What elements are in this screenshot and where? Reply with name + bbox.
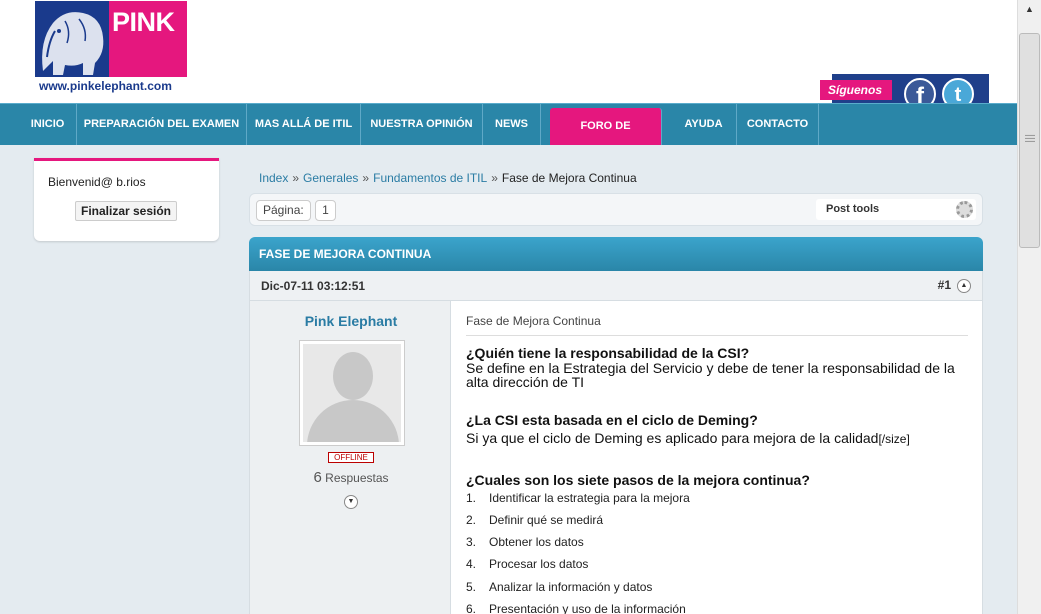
question-3: ¿Cuales son los siete pasos de la mejora… <box>466 472 810 488</box>
thread-toolbar: Página: 1 Post tools <box>249 193 983 226</box>
list-item-text: Obtener los datos <box>489 535 584 549</box>
elephant-logo-icon <box>35 1 109 77</box>
list-item-number: 3. <box>466 535 477 549</box>
site-header: PINK www.pinkelephant.com Síguenos f t <box>0 0 1017 110</box>
nav-item-opinion[interactable]: NUESTRA OPINIÓN <box>361 104 483 145</box>
scrollbar-thumb[interactable]: — — — <box>1019 33 1040 248</box>
post-body: Fase de Mejora Continua ¿Quién tiene la … <box>451 301 983 614</box>
offline-badge: OFFLINE <box>328 452 374 463</box>
post-author-panel: Pink Elephant OFFLINE 6 Respuestas ▼ <box>249 301 451 614</box>
post-date: Dic-07-11 03:12:51 <box>261 279 366 293</box>
pagination-page-1[interactable]: 1 <box>315 200 336 221</box>
list-item-text: Identificar la estrategia para la mejora <box>489 491 690 505</box>
avatar-body-shape <box>307 400 399 442</box>
list-item-text: Presentación y uso de la información <box>489 602 686 614</box>
list-item-number: 5. <box>466 580 477 594</box>
reply-count: 6 Respuestas <box>250 469 452 486</box>
nav-item-inicio[interactable]: INICIO <box>19 104 77 145</box>
question-1: ¿Quién tiene la responsabilidad de la CS… <box>466 345 750 361</box>
post-tools-button[interactable]: Post tools <box>816 199 976 220</box>
breadcrumb-separator: » <box>491 171 498 185</box>
post-tools-label: Post tools <box>826 203 880 215</box>
post-title: Fase de Mejora Continua <box>466 314 968 336</box>
nav-item-contacto[interactable]: CONTACTO <box>737 104 819 145</box>
answer-1: Se define en la Estrategia del Servicio … <box>466 360 955 390</box>
breadcrumb-link-generales[interactable]: Generales <box>303 171 358 185</box>
list-item-number: 2. <box>466 513 477 527</box>
pagination-label: Página: <box>256 200 311 221</box>
logo-image: PINK <box>35 1 187 77</box>
forum-page: PINK www.pinkelephant.com Síguenos f t I… <box>0 0 1017 614</box>
list-item: 4. Procesar los datos <box>466 557 588 571</box>
list-item: 5. Analizar la información y datos <box>466 580 652 594</box>
scroll-up-arrow-icon[interactable]: ▲ <box>1018 0 1041 18</box>
follow-label: Síguenos <box>820 80 893 100</box>
nav-item-foro[interactable]: FORO DE DISCUSIÓN <box>550 108 662 169</box>
site-logo[interactable]: PINK www.pinkelephant.com <box>35 1 187 93</box>
answer-2-tag: [/size] <box>878 432 910 446</box>
nav-item-mas-alla[interactable]: MAS ALLÁ DE ITIL <box>247 104 361 145</box>
avatar[interactable] <box>299 340 405 446</box>
logo-wordmark: PINK <box>109 1 187 77</box>
list-item-number: 4. <box>466 557 477 571</box>
welcome-text: Bienvenid@ b.rios <box>48 175 146 189</box>
vertical-scrollbar[interactable]: ▲ — — — <box>1017 0 1041 614</box>
list-item-number: 6. <box>466 602 477 614</box>
avatar-head-shape <box>333 352 373 400</box>
nav-item-preparacion[interactable]: PREPARACIÓN DEL EXAMEN <box>77 104 247 145</box>
list-item-text: Procesar los datos <box>489 557 589 571</box>
gear-icon <box>956 201 973 218</box>
main-content: Bienvenid@ b.rios Finalizar sesión Index… <box>0 145 1017 614</box>
breadcrumb: Index» Generales» Fundamentos de ITIL» Fase… <box>259 171 637 185</box>
list-item: 3. Obtener los datos <box>466 535 584 549</box>
nav-item-news[interactable]: NEWS <box>483 104 541 145</box>
post-header: Dic-07-11 03:12:51 #1 ▲ <box>249 271 983 301</box>
list-item-number: 1. <box>466 491 477 505</box>
logo-url-text: www.pinkelephant.com <box>39 79 172 93</box>
answer-2-text: Si ya que el ciclo de Deming es aplicado… <box>466 430 879 446</box>
breadcrumb-separator: » <box>292 171 300 185</box>
answer-2: Si ya que el ciclo de Deming es aplicado… <box>466 431 966 446</box>
main-nav: INICIO PREPARACIÓN DEL EXAMEN MAS ALLÁ D… <box>0 103 1017 169</box>
nav-item-ayuda[interactable]: AYUDA <box>671 104 737 145</box>
expand-profile-icon[interactable]: ▼ <box>344 495 358 509</box>
default-avatar-icon <box>303 344 401 442</box>
list-item-text: Definir qué se medirá <box>489 513 604 527</box>
thread-title: FASE DE MEJORA CONTINUA <box>249 237 983 271</box>
logout-button[interactable]: Finalizar sesión <box>75 201 177 221</box>
reply-count-number: 6 <box>313 469 322 486</box>
breadcrumb-link-fundamentos[interactable]: Fundamentos de ITIL <box>373 171 487 185</box>
scroll-up-icon[interactable]: ▲ <box>957 279 971 293</box>
list-item-text: Analizar la información y datos <box>489 580 653 594</box>
breadcrumb-current: Fase de Mejora Continua <box>501 171 637 185</box>
list-item: 6. Presentación y uso de la información <box>466 602 686 614</box>
question-2: ¿La CSI esta basada en el ciclo de Demin… <box>466 412 758 428</box>
breadcrumb-separator: » <box>362 171 370 185</box>
author-name-link[interactable]: Pink Elephant <box>250 313 452 329</box>
list-item: 1. Identificar la estrategia para la mejo… <box>466 491 690 505</box>
list-item: 2. Definir qué se medirá <box>466 513 603 527</box>
breadcrumb-link-index[interactable]: Index <box>259 171 288 185</box>
reply-count-label: Respuestas <box>325 471 389 485</box>
scrollbar-grip-icon: — — — <box>1025 130 1035 147</box>
welcome-box: Bienvenid@ b.rios Finalizar sesión <box>34 158 219 241</box>
post-number-link[interactable]: #1 <box>938 278 951 292</box>
social-follow-bar: Síguenos f t <box>820 74 989 110</box>
